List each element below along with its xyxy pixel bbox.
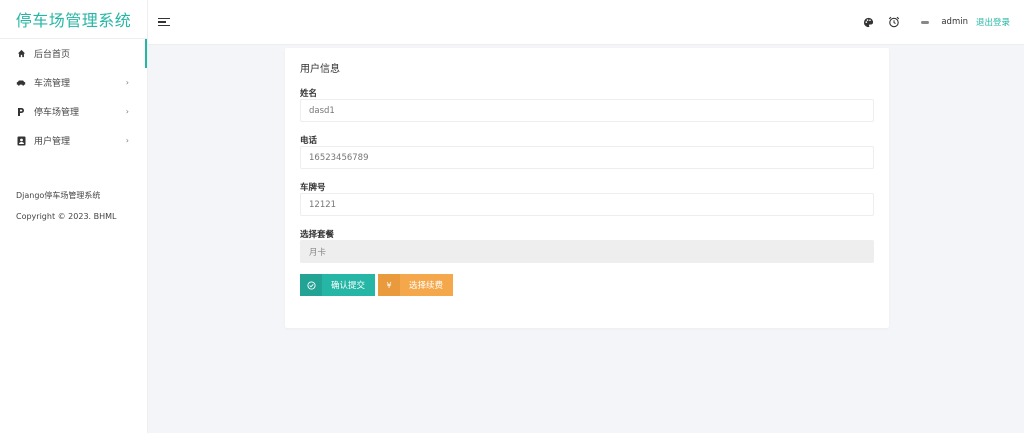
chevron-right-icon: › bbox=[125, 107, 129, 116]
sidebar-item-label: 用户管理 bbox=[34, 137, 71, 147]
avatar-image bbox=[921, 20, 930, 24]
home-icon bbox=[16, 49, 26, 59]
header-actions: admin 退出登录 bbox=[849, 8, 1024, 36]
form-group-phone: 电话 16523456789 bbox=[300, 133, 874, 169]
renew-button-label: 选择续费 bbox=[409, 281, 444, 291]
logout-link[interactable]: 退出登录 bbox=[976, 16, 1010, 28]
brand-title: 停车场管理系统 bbox=[15, 11, 132, 30]
form-group-name: 姓名 dasd1 bbox=[300, 86, 874, 122]
alarm-clock-icon[interactable] bbox=[887, 15, 901, 29]
plate-input[interactable]: 12121 bbox=[300, 193, 874, 216]
avatar[interactable] bbox=[913, 8, 937, 36]
sidebar-item-label: 后台首页 bbox=[34, 50, 71, 60]
form-group-plate: 车牌号 12121 bbox=[300, 180, 874, 216]
check-circle-icon bbox=[300, 274, 322, 296]
car-icon bbox=[16, 78, 26, 88]
phone-input[interactable]: 16523456789 bbox=[300, 146, 874, 169]
sidebar: 停车场管理系统 后台首页 车流管理 › 停车场管理 › 用户管理 › Djang… bbox=[0, 0, 148, 433]
menu-toggle-icon[interactable] bbox=[158, 17, 170, 27]
sidebar-footer: Django停车场管理系统 Copyright © 2023. BHML bbox=[0, 185, 147, 227]
parking-icon bbox=[16, 107, 26, 117]
package-label: 选择套餐 bbox=[300, 229, 335, 240]
sidebar-item-home[interactable]: 后台首页 bbox=[0, 39, 147, 68]
submit-button[interactable]: 确认提交 bbox=[300, 274, 375, 296]
username: admin bbox=[941, 17, 968, 27]
chevron-right-icon: › bbox=[125, 78, 129, 87]
name-input[interactable]: dasd1 bbox=[300, 99, 874, 122]
card-title: 用户信息 bbox=[300, 64, 340, 75]
user-info-form: 姓名 dasd1 电话 16523456789 车牌号 12121 选择套餐 月… bbox=[285, 86, 889, 296]
submit-button-label: 确认提交 bbox=[331, 281, 366, 291]
form-group-package: 选择套餐 月卡 bbox=[300, 227, 874, 263]
palette-icon[interactable] bbox=[861, 15, 875, 29]
package-select[interactable]: 月卡 bbox=[300, 240, 874, 263]
top-header: admin 退出登录 bbox=[148, 0, 1024, 45]
yen-icon: ¥ bbox=[378, 274, 400, 296]
form-actions: 确认提交 ¥ 选择续费 bbox=[300, 274, 874, 296]
plate-label: 车牌号 bbox=[300, 182, 326, 193]
footer-copyright: Copyright © 2023. BHML bbox=[16, 212, 117, 221]
sidebar-item-users[interactable]: 用户管理 › bbox=[0, 126, 147, 155]
sidebar-item-label: 车流管理 bbox=[34, 79, 71, 89]
sidebar-menu: 后台首页 车流管理 › 停车场管理 › 用户管理 › bbox=[0, 38, 147, 155]
chevron-right-icon: › bbox=[125, 136, 129, 145]
name-label: 姓名 bbox=[300, 88, 318, 99]
footer-app-name: Django停车场管理系统 bbox=[16, 191, 101, 200]
user-info-card: 用户信息 姓名 dasd1 电话 16523456789 车牌号 12121 选… bbox=[285, 48, 889, 328]
sidebar-item-parking[interactable]: 停车场管理 › bbox=[0, 97, 147, 126]
sidebar-item-label: 停车场管理 bbox=[34, 108, 80, 118]
sidebar-item-traffic[interactable]: 车流管理 › bbox=[0, 68, 147, 97]
renew-button[interactable]: ¥ 选择续费 bbox=[378, 274, 453, 296]
user-badge-icon bbox=[16, 136, 26, 146]
phone-label: 电话 bbox=[300, 135, 318, 146]
